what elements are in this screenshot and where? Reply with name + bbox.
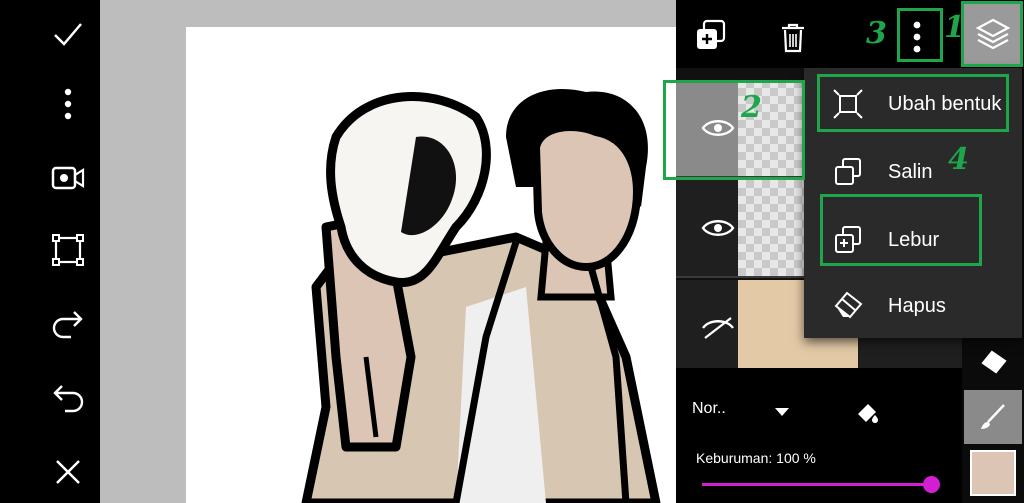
step-number-4: 4 <box>948 142 969 177</box>
highlight-step-2 <box>663 80 805 180</box>
fill-bucket-icon[interactable] <box>852 398 884 435</box>
add-layer-icon[interactable] <box>694 18 728 57</box>
crop-frame-icon[interactable] <box>34 220 102 280</box>
highlight-step-4 <box>820 194 982 266</box>
drawing-canvas[interactable] <box>100 0 676 503</box>
opacity-slider-thumb[interactable] <box>923 476 940 493</box>
confirm-check-icon[interactable] <box>34 4 102 64</box>
current-color-swatch[interactable] <box>970 450 1016 496</box>
artwork-illustration <box>301 89 661 503</box>
step-number-3: 3 <box>866 16 887 51</box>
opacity-slider-track[interactable] <box>702 483 932 486</box>
highlight-step-1 <box>961 1 1023 67</box>
close-icon[interactable] <box>34 442 102 502</box>
more-vertical-icon[interactable] <box>34 74 102 134</box>
trash-icon[interactable] <box>780 22 806 59</box>
opacity-label: Keburuman: 100 % <box>696 450 816 466</box>
eraser-tool-icon[interactable] <box>964 334 1022 390</box>
canvas-paper <box>186 27 676 503</box>
left-toolbar <box>0 0 100 503</box>
highlight-transform <box>817 74 1009 132</box>
step-number-1: 1 <box>944 10 965 45</box>
layer-properties: Nor.. Keburuman: 100 % <box>676 368 962 503</box>
eraser-icon <box>828 286 868 326</box>
chevron-down-icon[interactable] <box>774 404 790 422</box>
undo-icon[interactable] <box>34 368 102 428</box>
video-camera-icon[interactable] <box>34 148 102 208</box>
redo-icon[interactable] <box>34 294 102 354</box>
step-number-2: 2 <box>741 90 762 125</box>
highlight-step-3 <box>897 8 943 62</box>
menu-item-delete[interactable]: Hapus <box>804 274 1022 338</box>
blend-mode-value[interactable]: Nor.. <box>692 400 726 418</box>
brush-tool-icon[interactable] <box>964 390 1022 444</box>
copy-icon <box>828 152 868 192</box>
